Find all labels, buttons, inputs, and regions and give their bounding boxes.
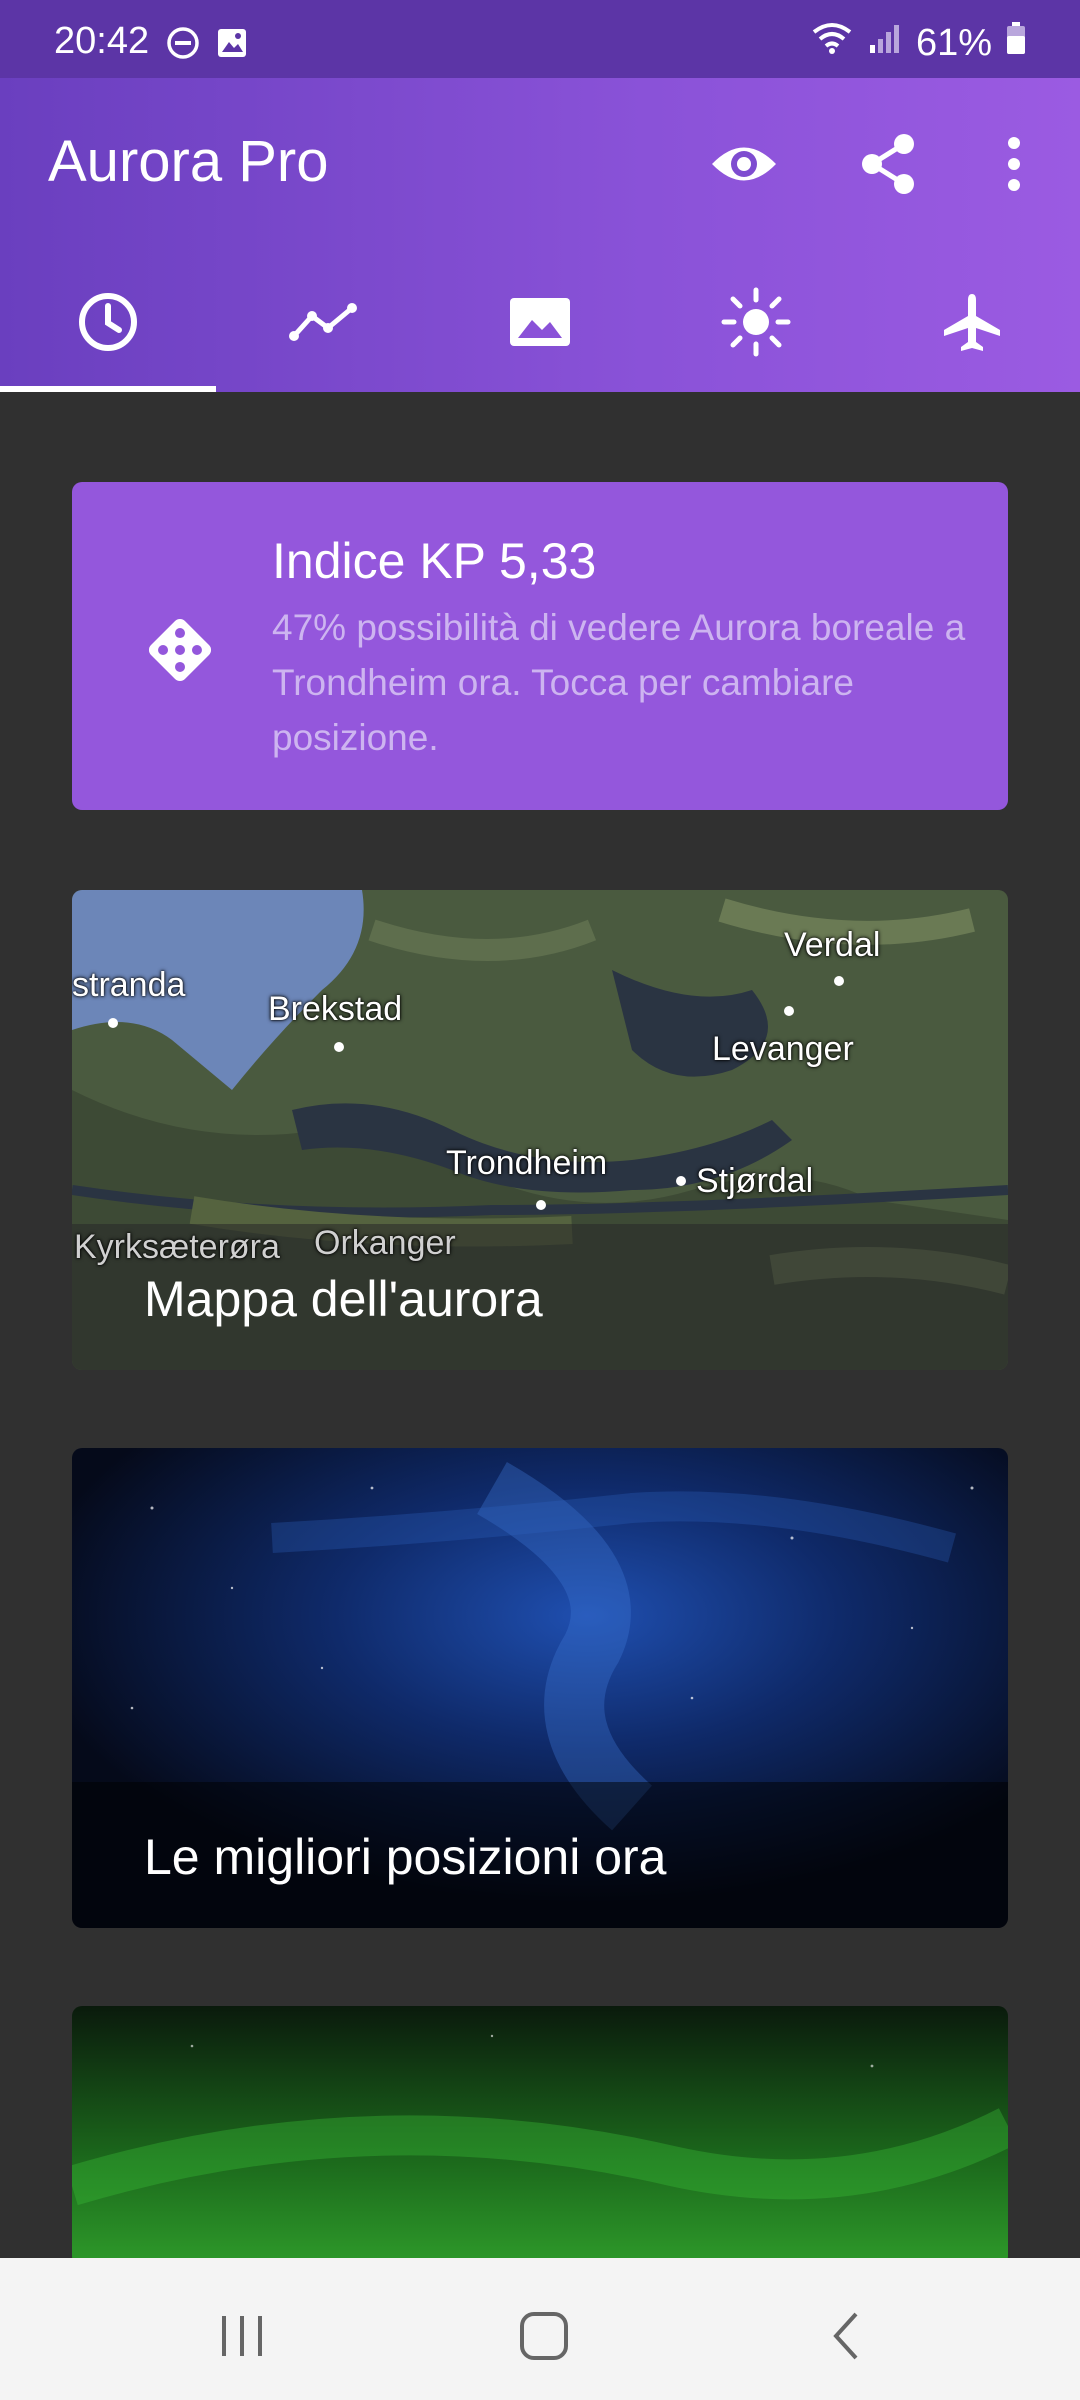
home-icon [519, 2311, 569, 2366]
tab-forecast[interactable] [216, 256, 432, 392]
best-locations-card[interactable]: Le migliori posizioni ora [72, 1448, 1008, 1928]
back-icon [828, 2310, 864, 2367]
map-marker [676, 1176, 686, 1186]
map-marker [536, 1200, 546, 1210]
map-card-title: Mappa dell'aurora [144, 1271, 543, 1327]
aurora-map-card[interactable]: stranda Brekstad Verdal Levanger Trondhe… [72, 890, 1008, 1370]
tab-gallery[interactable] [432, 256, 648, 392]
battery-level: 61% [915, 21, 992, 64]
map-label-stranda: stranda [72, 966, 186, 1004]
image-icon [508, 296, 572, 353]
aurora-green-image [72, 2006, 1008, 2266]
more-options-button[interactable] [974, 126, 1054, 206]
locations-title-overlay: Le migliori posizioni ora [72, 1782, 1008, 1928]
more-vert-icon [1006, 136, 1022, 197]
kp-index-title: Indice KP 5,33 [272, 533, 597, 589]
battery-icon [1006, 21, 1026, 65]
recent-apps-button[interactable] [182, 2298, 302, 2378]
back-button[interactable] [786, 2298, 906, 2378]
kp-index-card[interactable]: Indice KP 5,33 47% possibilità di vedere… [72, 482, 1008, 810]
status-bar: 20:42 61% [0, 0, 1080, 78]
do-not-disturb-icon [166, 26, 200, 65]
eye-icon [709, 139, 779, 194]
map-marker [334, 1042, 344, 1052]
image-notification-icon [215, 26, 249, 65]
tab-bar [0, 256, 1080, 392]
map-label-kyrksaeterora: Kyrksæterøra [74, 1228, 280, 1266]
app-bar: Aurora Pro [0, 78, 1080, 392]
status-time: 20:42 [54, 20, 150, 62]
airplane-icon [940, 290, 1004, 359]
map-title-overlay: Kyrksæterøra Orkanger Mappa dell'aurora [72, 1224, 1008, 1370]
map-label-orkanger: Orkanger [314, 1224, 456, 1262]
share-icon [858, 132, 918, 201]
dice-icon [142, 612, 218, 693]
tab-selected-indicator [0, 386, 216, 392]
kp-index-description: 47% possibilità di vedere Aurora boreale… [272, 607, 966, 758]
map-label-stjordal: Stjørdal [696, 1162, 814, 1200]
chart-line-icon [288, 300, 360, 349]
signal-icon [868, 21, 902, 65]
wifi-icon [810, 20, 854, 66]
map-marker [834, 976, 844, 986]
map-marker [784, 1006, 794, 1016]
map-label-levanger: Levanger [712, 1030, 854, 1068]
tab-flight[interactable] [864, 256, 1080, 392]
eye-button[interactable] [704, 126, 784, 206]
tab-now[interactable] [0, 256, 216, 392]
tab-solar[interactable] [648, 256, 864, 392]
sun-icon [720, 286, 792, 363]
recent-apps-icon [218, 2312, 266, 2365]
home-button[interactable] [484, 2298, 604, 2378]
share-button[interactable] [848, 126, 928, 206]
system-nav-bar [0, 2258, 1080, 2400]
aurora-photo-card[interactable] [72, 2006, 1008, 2266]
best-locations-title: Le migliori posizioni ora [144, 1829, 667, 1885]
map-label-brekstad: Brekstad [268, 990, 403, 1028]
map-label-verdal: Verdal [784, 926, 881, 964]
map-label-trondheim: Trondheim [446, 1144, 608, 1182]
app-title: Aurora Pro [48, 129, 329, 194]
clock-icon [76, 290, 140, 359]
map-marker [108, 1018, 118, 1028]
